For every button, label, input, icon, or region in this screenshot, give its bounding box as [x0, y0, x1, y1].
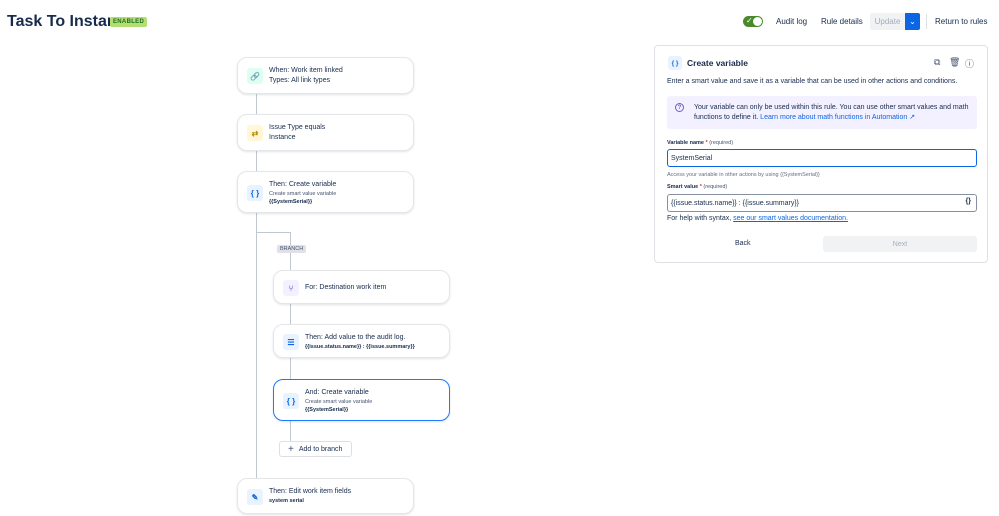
audit-log-card[interactable]: ☰ Then: Add value to the audit log. {{is…: [273, 324, 450, 358]
chevron-down-icon: ⌄: [909, 17, 916, 26]
smart-value-input[interactable]: {{issue.status.name}} : {{issue.summary}…: [667, 194, 977, 212]
update-button[interactable]: Update: [870, 13, 905, 30]
edit-icon: ✎: [247, 489, 263, 505]
return-to-rules-link[interactable]: Return to rules: [935, 17, 987, 26]
back-button[interactable]: Back: [735, 240, 751, 247]
action-subtitle: Create smart value variable: [269, 191, 337, 197]
condition-title: Issue Type equals: [269, 124, 326, 131]
smart-value-label: Smart value * (required): [667, 184, 728, 190]
action-title: And: Create variable: [305, 389, 369, 396]
connector-line: [256, 94, 257, 114]
create-variable-card-selected[interactable]: { } And: Create variable Create smart va…: [273, 379, 450, 421]
audit-value: {{issue.status.name}} : {{issue.summary}…: [305, 344, 415, 350]
branch-for-card[interactable]: ⑂ For: Destination work item: [273, 270, 450, 304]
variable-name-help: Access your variable in other actions by…: [667, 172, 820, 178]
action-title: Then: Create variable: [269, 181, 337, 188]
action-value: {{SystemSerial}}: [269, 199, 313, 205]
rule-enabled-toggle[interactable]: ✓: [743, 16, 763, 27]
condition-value: Instance: [269, 134, 296, 141]
info-banner: ? Your variable can only be used within …: [667, 96, 977, 129]
check-icon: ✓: [746, 16, 753, 25]
trigger-title: When: Work item linked: [269, 67, 343, 74]
connector-line: [256, 213, 257, 478]
trigger-subtitle: Types: All link types: [269, 77, 331, 84]
action-subtitle: Create smart value variable: [305, 399, 373, 405]
add-to-branch-label: Add to branch: [298, 445, 343, 453]
audit-log-link[interactable]: Audit log: [776, 17, 807, 26]
document-icon: ☰: [283, 334, 299, 350]
edit-value: system serial: [269, 498, 304, 504]
add-to-branch-button[interactable]: + Add to branch: [279, 441, 352, 457]
panel-title: Create variable: [687, 58, 748, 68]
connector-line: [256, 232, 290, 233]
variable-name-label: Variable name * (required): [667, 140, 734, 146]
variable-name-input[interactable]: SystemSerial: [667, 149, 977, 167]
branch-tag: BRANCH: [277, 245, 307, 253]
braces-icon[interactable]: {}: [966, 198, 971, 205]
math-functions-link[interactable]: Learn more about math functions in Autom…: [760, 114, 915, 121]
audit-title: Then: Add value to the audit log.: [305, 334, 406, 341]
status-badge: ENABLED: [110, 17, 148, 27]
info-icon: ?: [675, 103, 684, 112]
connector-line: [290, 421, 291, 441]
edit-title: Then: Edit work item fields: [269, 488, 352, 495]
braces-icon: { }: [247, 185, 263, 201]
connector-line: [256, 151, 257, 171]
swap-icon: ⇄: [247, 125, 263, 141]
connector-line: [290, 358, 291, 379]
rule-details-link[interactable]: Rule details: [821, 17, 863, 26]
connector-line: [290, 304, 291, 324]
link-icon: 🔗: [247, 68, 263, 84]
help-icon[interactable]: ⓘ: [965, 57, 974, 70]
panel-description: Enter a smart value and save it as a var…: [667, 78, 958, 85]
toggle-knob: [753, 17, 762, 26]
syntax-help-text: For help with syntax,: [667, 215, 732, 222]
create-variable-panel: { } Create variable ⧉ 🗑 ⓘ Enter a smart …: [654, 45, 988, 263]
plus-icon: +: [288, 443, 294, 455]
create-variable-card[interactable]: { } Then: Create variable Create smart v…: [237, 171, 414, 213]
branch-title: For: Destination work item: [305, 284, 387, 291]
duplicate-icon[interactable]: ⧉: [934, 57, 940, 68]
action-value: {{SystemSerial}}: [305, 407, 349, 413]
header-divider: [926, 14, 927, 29]
smart-value-text: {{issue.status.name}} : {{issue.summary}…: [671, 199, 800, 207]
update-dropdown-button[interactable]: ⌄: [905, 13, 920, 30]
branch-icon: ⑂: [283, 280, 299, 296]
smart-values-doc-link[interactable]: see our smart values documentation.: [733, 215, 848, 222]
next-button[interactable]: Next: [823, 236, 977, 252]
condition-card[interactable]: ⇄ Issue Type equals Instance: [237, 114, 414, 151]
braces-icon: { }: [668, 56, 682, 70]
trash-icon[interactable]: 🗑: [949, 57, 960, 68]
edit-fields-card[interactable]: ✎ Then: Edit work item fields system ser…: [237, 478, 414, 514]
trigger-card[interactable]: 🔗 When: Work item linked Types: All link…: [237, 57, 414, 94]
braces-icon: { }: [283, 393, 299, 409]
